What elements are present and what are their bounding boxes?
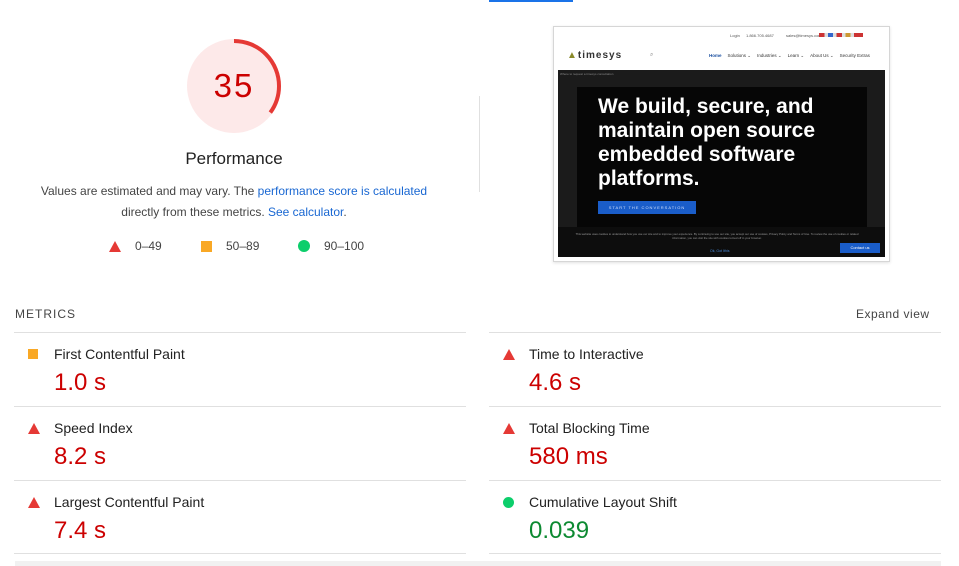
- red-triangle-icon: [503, 423, 515, 434]
- desc-middle: directly from these metrics.: [121, 205, 268, 219]
- performance-description: Values are estimated and may vary. The p…: [24, 181, 444, 223]
- legend-poor: 0–49: [109, 239, 162, 253]
- metric-value: 4.6 s: [529, 369, 582, 396]
- metric-cumulative-layout-shift: Cumulative Layout Shift 0.039: [489, 480, 941, 554]
- thumb-nav-item: Home: [709, 53, 722, 58]
- legend-average-label: 50–89: [226, 239, 260, 253]
- orange-square-icon: [201, 240, 212, 252]
- thumb-cookie-banner: This website uses cookies to understand …: [558, 227, 885, 257]
- thumb-breadcrumb: Where to request a timesys consultation: [560, 72, 614, 76]
- thumb-logo-text: timesys: [577, 50, 623, 61]
- legend-average: 50–89: [201, 239, 259, 253]
- red-triangle-icon: [28, 423, 40, 434]
- metric-total-blocking-time: Total Blocking Time 580 ms: [489, 406, 941, 480]
- red-triangle-icon: [109, 240, 121, 252]
- thumb-cookie-ok: Ok, Got Ithis: [710, 249, 730, 253]
- performance-title: Performance: [185, 149, 283, 168]
- metrics-bottom-divider: [14, 553, 466, 554]
- thumb-contact-button: Contact us: [840, 243, 880, 253]
- vertical-divider: [479, 96, 480, 192]
- expand-view-toggle[interactable]: Expand view: [856, 307, 930, 321]
- thumb-logo: ▲timesys: [567, 50, 622, 61]
- desc-prefix: Values are estimated and may vary. The: [40, 184, 258, 198]
- metric-name: Cumulative Layout Shift: [529, 494, 677, 510]
- thumb-email: sales@timesys.com: [786, 33, 822, 38]
- thumb-cta-button: START THE CONVERSATION: [598, 201, 696, 214]
- thumb-cookie-text: This website uses cookies to understand …: [575, 232, 859, 240]
- green-circle-icon: [503, 497, 514, 508]
- thumb-nav-item: Industries ⌄: [757, 53, 782, 58]
- metric-name: First Contentful Paint: [54, 346, 185, 362]
- metric-speed-index: Speed Index 8.2 s: [14, 406, 466, 480]
- legend-good-label: 90–100: [324, 239, 365, 253]
- legend-poor-label: 0–49: [135, 239, 162, 253]
- performance-score: 35: [213, 67, 255, 104]
- thumb-nav: Home Solutions ⌄ Industries ⌄ Learn ⌄ Ab…: [709, 53, 870, 59]
- next-section-strip: [15, 561, 941, 566]
- thumb-logo-mark: ▲: [567, 50, 578, 61]
- metric-name: Largest Contentful Paint: [54, 494, 205, 510]
- legend-good: 90–100: [298, 239, 364, 253]
- top-link-underline: [489, 0, 573, 2]
- thumb-hero-panel: We build, secure, and maintain open sour…: [577, 87, 867, 227]
- metric-first-contentful-paint: First Contentful Paint 1.0 s: [14, 332, 466, 406]
- metric-value: 1.0 s: [54, 369, 107, 396]
- final-screenshot-thumbnail[interactable]: Login 1.866.705.4687 sales@timesys.com ▲…: [553, 26, 890, 262]
- metric-name: Speed Index: [54, 420, 133, 436]
- metric-value: 580 ms: [529, 443, 608, 470]
- red-triangle-icon: [28, 497, 40, 508]
- performance-gauge: 35: [185, 37, 283, 135]
- thumb-nav-item: Solutions ⌄: [727, 53, 752, 58]
- thumb-login: Login: [730, 33, 740, 38]
- desc-suffix: .: [343, 205, 347, 219]
- thumb-nav-item: Learn ⌄: [787, 53, 805, 58]
- see-calculator-link[interactable]: See calculator: [268, 205, 343, 219]
- thumb-hero: Where to request a timesys consultation …: [558, 70, 885, 257]
- metric-value: 8.2 s: [54, 443, 107, 470]
- metric-largest-contentful-paint: Largest Contentful Paint 7.4 s: [14, 480, 466, 554]
- metric-name: Time to Interactive: [529, 346, 644, 362]
- green-circle-icon: [298, 240, 310, 252]
- metric-value: 0.039: [529, 517, 590, 544]
- thumb-topbar: Login 1.866.705.4687 sales@timesys.com: [554, 27, 889, 43]
- thumb-language-flags: [819, 33, 863, 37]
- thumb-search-icon: ⌕: [650, 52, 654, 58]
- metrics-heading: METRICS: [15, 307, 76, 321]
- metric-value: 7.4 s: [54, 517, 107, 544]
- orange-square-icon: [28, 349, 38, 359]
- thumb-nav-item: Security Extras: [839, 53, 870, 58]
- metric-time-to-interactive: Time to Interactive 4.6 s: [489, 332, 941, 406]
- red-triangle-icon: [503, 349, 515, 360]
- metrics-bottom-divider: [489, 553, 941, 554]
- thumb-headline: We build, secure, and maintain open sour…: [598, 95, 816, 190]
- thumb-nav-item: About Us ⌄: [810, 53, 834, 58]
- score-calculated-link[interactable]: performance score is calculated: [258, 184, 427, 198]
- thumb-phone: 1.866.705.4687: [746, 33, 774, 38]
- metric-name: Total Blocking Time: [529, 420, 650, 436]
